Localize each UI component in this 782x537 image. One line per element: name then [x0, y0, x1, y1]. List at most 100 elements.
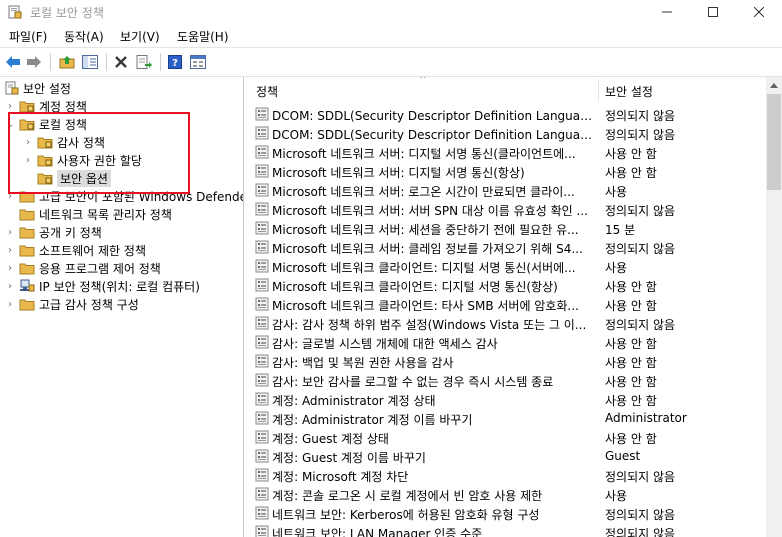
- table-row[interactable]: DCOM: SDDL(Security Descriptor Definitio…: [247, 105, 766, 124]
- table-row[interactable]: 네트워크 보안: LAN Manager 인증 수준 정의되지 않음: [247, 523, 766, 537]
- table-row[interactable]: 감사: 감사 정책 하위 범주 설정(Windows Vista 또는 그 이.…: [247, 314, 766, 333]
- sort-ascending-icon: ^: [419, 77, 427, 85]
- minimize-button[interactable]: [644, 0, 690, 24]
- table-row[interactable]: 네트워크 보안: Kerberos에 허용된 암호화 유형 구성 정의되지 않음: [247, 504, 766, 523]
- security-setting-value: 사용 안 함: [605, 299, 657, 313]
- policy-setting-icon: [255, 430, 269, 444]
- menu-file[interactable]: 파일(F): [9, 28, 47, 45]
- tree-item-ip-security-policies[interactable]: › IP 보안 정책(위치: 로컬 컴퓨터): [5, 277, 200, 295]
- policy-setting-icon: [255, 278, 269, 292]
- folder-icon: [19, 227, 35, 239]
- policy-name: Microsoft 네트워크 서버: 클레임 정보를 가져오기 위해 S4...: [272, 242, 583, 256]
- security-setting-value: 사용: [605, 185, 628, 199]
- expand-chevron-icon[interactable]: ›: [5, 263, 15, 274]
- svg-text:?: ?: [172, 58, 178, 69]
- policy-setting-icon: [255, 411, 269, 425]
- policy-setting-icon: [255, 392, 269, 406]
- policy-list-pane: 정책 ^ 보안 설정 DCOM: SDDL(Security Descripto…: [247, 77, 766, 537]
- scroll-thumb[interactable]: [767, 94, 781, 190]
- column-header-security-setting[interactable]: 보안 설정: [599, 77, 759, 105]
- expand-chevron-icon[interactable]: ›: [5, 245, 15, 256]
- tree-item-label: 고급 감사 정책 구성: [39, 297, 139, 312]
- delete-button[interactable]: [112, 53, 130, 71]
- table-row[interactable]: 감사: 글로벌 시스템 개체에 대한 액세스 감사 사용 안 함: [247, 333, 766, 352]
- table-row[interactable]: Microsoft 네트워크 서버: 디지털 서명 통신(클라이언트에... 사용…: [247, 143, 766, 162]
- table-row[interactable]: Microsoft 네트워크 서버: 클레임 정보를 가져오기 위해 S4...…: [247, 238, 766, 257]
- policy-setting-icon: [255, 373, 269, 387]
- table-row[interactable]: Microsoft 네트워크 서버: 로그온 시간이 만료되면 클라이... 사용: [247, 181, 766, 200]
- security-setting-value: 정의되지 않음: [605, 128, 676, 142]
- tree-item-software-restriction-policies[interactable]: › 소프트웨어 제한 정책: [5, 241, 146, 259]
- expand-chevron-icon[interactable]: ›: [5, 281, 15, 292]
- table-row[interactable]: Microsoft 네트워크 클라이언트: 디지털 서명 통신(서버에... 사용: [247, 257, 766, 276]
- up-one-level-button[interactable]: [58, 53, 76, 71]
- table-row[interactable]: Microsoft 네트워크 클라이언트: 디지털 서명 통신(항상) 사용 안 …: [247, 276, 766, 295]
- policy-name: Microsoft 네트워크 클라이언트: 디지털 서명 통신(항상): [272, 280, 558, 294]
- security-setting-value: 정의되지 않음: [605, 242, 676, 256]
- table-row[interactable]: 계정: Guest 계정 상태 사용 안 함: [247, 428, 766, 447]
- security-setting-value: 사용 안 함: [605, 356, 657, 370]
- table-row[interactable]: 계정: Guest 계정 이름 바꾸기 Guest: [247, 447, 766, 466]
- tree-item-network-list-manager-policies[interactable]: 네트워크 목록 관리자 정책: [5, 205, 172, 223]
- table-row[interactable]: Microsoft 네트워크 서버: 세션을 중단하기 전에 필요한 유... 1…: [247, 219, 766, 238]
- tree-root-label: 보안 설정: [23, 81, 71, 96]
- table-row[interactable]: 감사: 백업 및 복원 권한 사용을 감사 사용 안 함: [247, 352, 766, 371]
- policy-name: 감사: 감사 정책 하위 범주 설정(Windows Vista 또는 그 이.…: [272, 318, 587, 332]
- security-setting-value: 사용 안 함: [605, 280, 657, 294]
- help-button[interactable]: ?: [166, 53, 184, 71]
- toolbar: ?: [0, 47, 782, 77]
- tree-item-public-key-policies[interactable]: › 공개 키 정책: [5, 223, 102, 241]
- scroll-up-button[interactable]: [766, 77, 782, 94]
- policy-name: Microsoft 네트워크 서버: 서버 SPN 대상 이름 유효성 확인 .…: [272, 204, 588, 218]
- menu-view[interactable]: 보기(V): [120, 28, 160, 45]
- policy-setting-icon: [255, 468, 269, 482]
- properties-button[interactable]: [189, 53, 207, 71]
- security-setting-value: 정의되지 않음: [605, 470, 676, 484]
- security-setting-value: 사용 안 함: [605, 337, 657, 351]
- menu-action[interactable]: 동작(A): [64, 28, 104, 45]
- policy-setting-icon: [255, 354, 269, 368]
- policy-name: DCOM: SDDL(Security Descriptor Definitio…: [272, 109, 598, 123]
- table-row[interactable]: 감사: 보안 감사를 로그할 수 없는 경우 즉시 시스템 종료 사용 안 함: [247, 371, 766, 390]
- security-setting-value: Administrator: [605, 411, 687, 425]
- close-button[interactable]: [736, 0, 782, 24]
- table-row[interactable]: 계정: Microsoft 계정 차단 정의되지 않음: [247, 466, 766, 485]
- table-row[interactable]: DCOM: SDDL(Security Descriptor Definitio…: [247, 124, 766, 143]
- menu-help[interactable]: 도움말(H): [177, 28, 229, 45]
- maximize-button[interactable]: [690, 0, 736, 24]
- forward-arrow-icon: [27, 56, 41, 68]
- tree-root-security-settings[interactable]: 보안 설정: [5, 79, 71, 97]
- table-row[interactable]: 계정: 콘솔 로그온 시 로컬 계정에서 빈 암호 사용 제한 사용: [247, 485, 766, 504]
- export-list-button[interactable]: [135, 53, 153, 71]
- policy-name: Microsoft 네트워크 서버: 디지털 서명 통신(항상): [272, 166, 525, 180]
- export-list-icon: [136, 55, 152, 69]
- show-hide-tree-button[interactable]: [81, 53, 99, 71]
- table-row[interactable]: 계정: Administrator 계정 이름 바꾸기 Administrator: [247, 409, 766, 428]
- vertical-scrollbar[interactable]: [766, 77, 782, 537]
- table-row[interactable]: Microsoft 네트워크 서버: 서버 SPN 대상 이름 유효성 확인 .…: [247, 200, 766, 219]
- security-setting-value: 사용 안 함: [605, 166, 657, 180]
- folder-icon: [19, 299, 35, 311]
- expand-chevron-icon[interactable]: ›: [5, 101, 15, 112]
- security-policy-app-icon: [8, 5, 22, 19]
- table-row[interactable]: Microsoft 네트워크 클라이언트: 타사 SMB 서버에 암호화... 사…: [247, 295, 766, 314]
- tree-item-label: IP 보안 정책(위치: 로컬 컴퓨터): [39, 279, 200, 294]
- column-header-policy[interactable]: 정책 ^: [247, 77, 598, 105]
- back-arrow-icon: [6, 56, 20, 68]
- folder-icon: [19, 209, 35, 221]
- table-row[interactable]: 계정: Administrator 계정 상태 사용 안 함: [247, 390, 766, 409]
- policy-name: 계정: Guest 계정 상태: [272, 432, 389, 446]
- security-setting-value: 정의되지 않음: [605, 109, 676, 123]
- expand-chevron-icon[interactable]: ›: [5, 227, 15, 238]
- back-button[interactable]: [4, 53, 22, 71]
- tree-item-application-control-policies[interactable]: › 응용 프로그램 제어 정책: [5, 259, 161, 277]
- policy-name: 계정: Administrator 계정 상태: [272, 394, 436, 408]
- policy-name: 계정: Guest 계정 이름 바꾸기: [272, 451, 426, 465]
- table-row[interactable]: Microsoft 네트워크 서버: 디지털 서명 통신(항상) 사용 안 함: [247, 162, 766, 181]
- security-setting-value: 사용: [605, 489, 628, 503]
- security-setting-value: 정의되지 않음: [605, 204, 676, 218]
- tree-item-advanced-audit-policy[interactable]: › 고급 감사 정책 구성: [5, 295, 139, 313]
- forward-button[interactable]: [25, 53, 43, 71]
- policy-setting-icon: [255, 259, 269, 273]
- expand-chevron-icon[interactable]: ›: [5, 299, 15, 310]
